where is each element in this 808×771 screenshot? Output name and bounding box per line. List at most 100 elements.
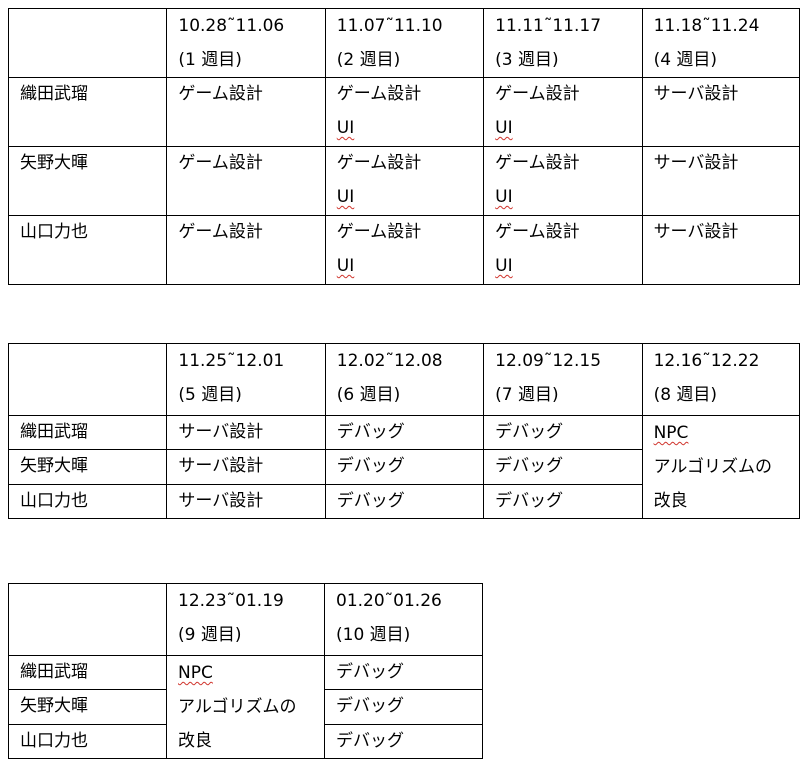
task-cell: デバッグ	[324, 449, 485, 485]
week-header-cell: 11.18˜11.24 (4 週目)	[641, 8, 801, 78]
task-cell: ゲーム設計 UI	[483, 215, 643, 285]
week-header-cell: 01.20˜01.26 (10 週目)	[324, 583, 483, 656]
task-cell: ゲーム設計	[166, 77, 326, 147]
task-cell: サーバ設計	[641, 77, 801, 147]
member-name: 山口力也	[7, 483, 168, 520]
header-row: 12.23˜01.19 (9 週目) 01.20˜01.26 (10 週目)	[8, 583, 483, 656]
member-row: 織田武瑠 ゲーム設計 ゲーム設計 UI ゲーム設計 UI サーバ設計	[7, 77, 801, 147]
task-cell: デバッグ	[324, 483, 485, 520]
task-cell: サーバ設計	[166, 449, 326, 485]
task-text-line: UI	[337, 181, 483, 215]
task-cell: ゲーム設計	[166, 146, 326, 216]
task-text: サーバ設計	[653, 153, 739, 173]
week-label: (9 週目)	[178, 625, 242, 645]
task-text: ゲーム設計	[336, 153, 422, 173]
task-cell: サーバ設計	[166, 414, 326, 451]
task-text: ゲーム設計	[495, 153, 580, 173]
task-text: NPC	[653, 423, 689, 443]
task-cell: デバッグ	[324, 414, 485, 451]
task-text: ゲーム設計	[178, 84, 263, 104]
task-cell-merged: NPC アルゴリズムの 改良	[166, 655, 325, 759]
member-name: 矢野大暉	[8, 689, 167, 725]
week-range: 12.02˜12.08	[336, 351, 443, 371]
task-cell: サーバ設計	[641, 215, 801, 285]
task-text: UI	[336, 187, 355, 207]
week-header-cell: 12.16˜12.22 (8 週目)	[641, 343, 801, 416]
member-row: 織田武瑠 サーバ設計 デバッグ デバッグ NPC アルゴリズムの 改良	[7, 414, 801, 519]
week-range: 01.20˜01.26	[336, 591, 442, 611]
task-text: アルゴリズムの	[178, 697, 297, 717]
task-text: UI	[495, 256, 513, 276]
task-text: NPC	[178, 663, 213, 683]
member-name: 山口力也	[8, 723, 167, 760]
task-cell: ゲーム設計 UI	[324, 215, 485, 285]
member-row: 山口力也 ゲーム設計 ゲーム設計 UI ゲーム設計 UI サーバ設計	[7, 215, 801, 285]
task-cell: サーバ設計	[641, 146, 801, 216]
member-name: 織田武瑠	[7, 77, 168, 147]
week-label: (2 週目)	[336, 50, 401, 70]
week-label: (1 週目)	[178, 50, 242, 70]
member-name: 矢野大暉	[7, 449, 168, 485]
member-row: 織田武瑠 NPC アルゴリズムの 改良 デバッグ	[8, 654, 483, 759]
week-header-cell: 12.02˜12.08 (6 週目)	[324, 343, 485, 416]
corner-cell	[7, 8, 168, 78]
week-range: 11.25˜12.01	[178, 351, 285, 371]
week-range: 10.28˜11.06	[178, 16, 285, 36]
task-text: サーバ設計	[653, 84, 739, 104]
task-cell: ゲーム設計 UI	[483, 77, 643, 147]
week-label: (10 週目)	[336, 625, 411, 645]
corner-cell	[8, 583, 167, 656]
week-header-cell: 10.28˜11.06 (1 週目)	[166, 8, 326, 78]
member-name: 織田武瑠	[8, 654, 167, 691]
schedule-table-weeks-1-4: 10.28˜11.06 (1 週目) 11.07˜11.10 (2 週目) 11…	[7, 8, 801, 285]
week-range: 12.09˜12.15	[495, 351, 602, 371]
task-text: UI	[495, 187, 513, 207]
week-range: 11.18˜11.24	[653, 16, 760, 36]
task-text: UI	[495, 118, 513, 138]
task-cell-merged: NPC アルゴリズムの 改良	[641, 415, 801, 519]
week-header-cell: 12.09˜12.15 (7 週目)	[483, 343, 643, 416]
week-range: 11.11˜11.17	[495, 16, 602, 36]
week-range: 12.16˜12.22	[653, 351, 760, 371]
task-cell: デバッグ	[324, 654, 483, 691]
task-cell: ゲーム設計	[166, 215, 326, 285]
header-row: 11.25˜12.01 (5 週目) 12.02˜12.08 (6 週目) 12…	[7, 343, 801, 416]
task-text: ゲーム設計	[178, 153, 263, 173]
task-text: ゲーム設計	[495, 84, 580, 104]
task-text-line: UI	[495, 181, 641, 215]
week-label: (6 週目)	[336, 385, 401, 405]
task-text: ゲーム設計	[495, 222, 580, 242]
task-text: UI	[336, 256, 355, 276]
week-header-cell: 11.11˜11.17 (3 週目)	[483, 8, 643, 78]
week-range: 12.23˜01.19	[178, 591, 284, 611]
task-text-line: UI	[495, 250, 641, 284]
week-label: (8 週目)	[653, 385, 718, 405]
schedule-table-weeks-9-10: 12.23˜01.19 (9 週目) 01.20˜01.26 (10 週目) 織…	[8, 583, 483, 760]
week-label: (5 週目)	[178, 385, 242, 405]
task-text-line: UI	[337, 112, 483, 146]
task-text: 改良	[178, 731, 212, 751]
task-text: ゲーム設計	[336, 222, 422, 242]
task-cell: デバッグ	[483, 483, 643, 520]
task-text-line: UI	[337, 250, 483, 284]
task-text-line: UI	[495, 112, 641, 146]
task-text: ゲーム設計	[178, 222, 263, 242]
task-cell: デバッグ	[483, 449, 643, 485]
task-text-line: NPC	[653, 417, 799, 451]
week-label: (7 週目)	[495, 385, 559, 405]
week-header-cell: 11.07˜11.10 (2 週目)	[324, 8, 485, 78]
task-cell: サーバ設計	[166, 483, 326, 520]
member-name: 織田武瑠	[7, 414, 168, 451]
member-row: 矢野大暉 ゲーム設計 ゲーム設計 UI ゲーム設計 UI サーバ設計	[7, 146, 801, 216]
task-text: サーバ設計	[653, 222, 739, 242]
task-cell: ゲーム設計 UI	[324, 77, 485, 147]
task-cell: デバッグ	[324, 723, 483, 760]
task-text: 改良	[653, 491, 688, 511]
header-row: 10.28˜11.06 (1 週目) 11.07˜11.10 (2 週目) 11…	[7, 8, 801, 78]
task-cell: ゲーム設計 UI	[324, 146, 485, 216]
task-text: アルゴリズムの	[653, 457, 773, 477]
week-header-cell: 12.23˜01.19 (9 週目)	[166, 583, 325, 656]
week-label: (3 週目)	[495, 50, 559, 70]
member-name: 山口力也	[7, 215, 168, 285]
task-cell: デバッグ	[324, 689, 483, 725]
